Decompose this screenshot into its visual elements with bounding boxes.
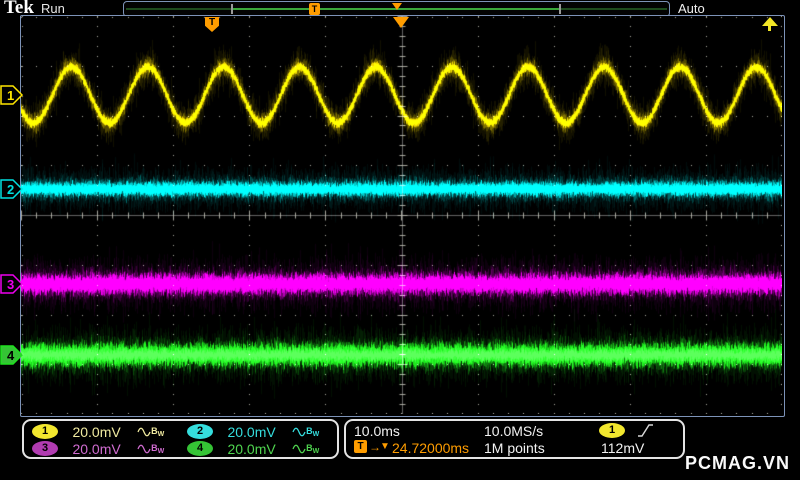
ch4-position-marker[interactable]: 4	[0, 345, 24, 365]
record-length: 1M points	[484, 440, 545, 456]
acquisition-status: Run	[41, 1, 65, 16]
svg-text:3: 3	[7, 277, 14, 292]
ch4-badge: 4	[187, 441, 213, 457]
record-expansion-icon	[392, 3, 402, 10]
record-left-bracket[interactable]	[231, 4, 233, 14]
oscilloscope-screen: Tek Run T Auto T 1234 1 20.0mV BW 2 20.0…	[0, 0, 800, 480]
trigger-delay-value: 24.72000ms	[392, 440, 470, 456]
ch1-readout[interactable]: 1 20.0mV BW	[32, 423, 164, 440]
time-per-div: 10.0ms	[354, 423, 400, 439]
ch2-scale: 20.0mV	[227, 423, 276, 440]
ch1-scale: 20.0mV	[72, 423, 121, 440]
ch2-position-marker[interactable]: 2	[0, 179, 24, 199]
ch1-badge: 1	[32, 424, 58, 440]
svg-text:4: 4	[7, 348, 15, 363]
ch1-position-marker[interactable]: 1	[0, 85, 24, 105]
ch2-badge: 2	[187, 424, 213, 440]
waveform-display	[21, 16, 782, 414]
ch2-readout[interactable]: 2 20.0mV BW	[187, 423, 319, 440]
svg-text:1: 1	[7, 88, 14, 103]
expansion-point-icon	[393, 17, 409, 28]
sample-rate: 10.0MS/s	[484, 423, 544, 439]
record-right-bracket[interactable]	[559, 4, 561, 14]
ch3-scale: 20.0mV	[72, 440, 121, 457]
ch4-coupling-bandwidth-icon: BW	[292, 443, 319, 455]
trigger-level-value: 112mV	[601, 440, 645, 456]
trigger-delay-t-icon: T	[354, 440, 367, 453]
trigger-slope-rising-icon	[638, 424, 653, 437]
record-trigger-icon: T	[309, 3, 320, 15]
graticule-frame	[20, 15, 785, 417]
svg-text:2: 2	[7, 182, 14, 197]
horizontal-trigger-readout-box[interactable]: 10.0ms 10.0MS/s 1 T → ▼ 24.72000ms 1M po…	[344, 419, 685, 459]
watermark: PCMAG.VN	[684, 453, 790, 473]
channel-readout-box[interactable]: 1 20.0mV BW 2 20.0mV BW 3 20.0mV BW 4 20…	[22, 419, 339, 459]
trigger-expansion-glyph: ▼	[380, 441, 390, 452]
ch4-scale: 20.0mV	[227, 440, 276, 457]
ch3-position-marker[interactable]: 3	[0, 274, 24, 294]
trigger-mode-status: Auto	[678, 1, 705, 16]
ch3-coupling-bandwidth-icon: BW	[137, 443, 164, 455]
ch2-coupling-bandwidth-icon: BW	[292, 426, 319, 438]
trigger-level-offscreen-arrow-icon	[762, 17, 778, 32]
ch3-badge: 3	[32, 441, 58, 457]
ch1-coupling-bandwidth-icon: BW	[137, 426, 164, 438]
trigger-source-badge: 1	[599, 423, 625, 438]
ch3-readout[interactable]: 3 20.0mV BW	[32, 440, 164, 457]
ch4-readout[interactable]: 4 20.0mV BW	[187, 440, 319, 457]
